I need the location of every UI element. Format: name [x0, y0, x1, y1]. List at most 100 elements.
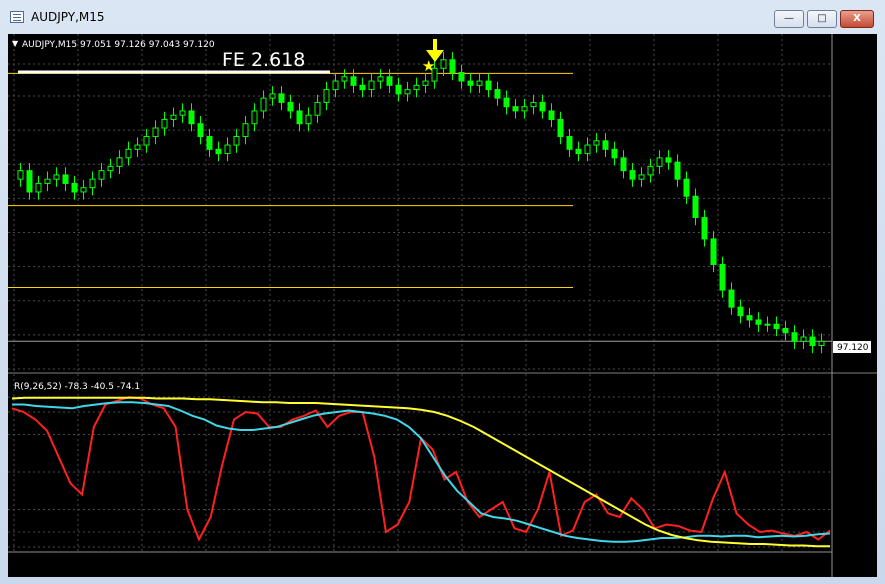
candle-body-bear: [278, 93, 285, 103]
current-price-label: 97.120: [837, 343, 869, 353]
candle-body-bear: [755, 319, 762, 325]
candle-body-bull: [143, 136, 150, 146]
candle-body-bear: [197, 123, 204, 138]
chart-canvas[interactable]: ▼ AUDJPY,M15 97.051 97.126 97.043 97.120…: [8, 34, 877, 577]
candle-body-bull: [80, 187, 87, 193]
price-grid: [8, 34, 832, 552]
candle-body-bull: [233, 136, 240, 146]
candle-body-bear: [728, 289, 735, 308]
candle-body-bull: [377, 76, 384, 82]
candle-body-bull: [116, 157, 123, 167]
candle-body-bull: [440, 59, 447, 69]
candle-body-bear: [206, 136, 213, 150]
candle-body-bull: [647, 165, 654, 176]
candle-body-bear: [773, 323, 780, 329]
candle-body-bull: [476, 80, 483, 86]
candle-body-bear: [467, 80, 474, 86]
candle-body-bear: [494, 89, 501, 99]
candle-body-bull: [107, 165, 114, 172]
candle-body-bull: [314, 101, 321, 116]
candle-body-bear: [215, 148, 222, 155]
title-bar[interactable]: AUDJPY,M15 — □ X: [0, 0, 885, 34]
candle-body-bear: [503, 97, 510, 108]
candle-body-bull: [98, 170, 105, 180]
candle-body-bull: [764, 323, 771, 326]
candle-body-bull: [368, 80, 375, 91]
candle-body-bear: [620, 157, 627, 172]
candle-body-bear: [683, 178, 690, 197]
candle-body-bear: [71, 182, 78, 193]
candle-body-bull: [638, 174, 645, 180]
indicator-grid: [8, 396, 832, 548]
candle-body-bear: [449, 59, 456, 74]
candle-body-bull: [269, 93, 276, 99]
candle-body-bull: [422, 80, 429, 86]
candle-body-bear: [512, 106, 519, 112]
candles: [17, 52, 825, 354]
candle-body-bull: [251, 110, 258, 125]
candle-body-bear: [395, 84, 402, 95]
candle-body-bull: [800, 336, 807, 342]
candle-body-bull: [179, 110, 186, 116]
candle-body-bull: [584, 144, 591, 155]
candle-body-bear: [629, 170, 636, 180]
candle-body-bull: [125, 148, 132, 159]
candle-body-bear: [674, 161, 681, 180]
candle-body-bull: [242, 123, 249, 138]
candle-body-bull: [530, 101, 537, 108]
candle-body-bear: [782, 327, 789, 334]
candle-body-bear: [701, 217, 708, 240]
candle-body-bull: [413, 84, 420, 91]
candle-body-bear: [485, 80, 492, 91]
candle-body-bear: [566, 136, 573, 150]
candle-body-bear: [791, 332, 798, 342]
candle-body-bull: [332, 80, 339, 91]
candle-body-bear: [719, 263, 726, 291]
candle-body-bear: [386, 76, 393, 86]
candle-body-bear: [602, 140, 609, 150]
indicator-header: R(9,26,52) -78.3 -40.5 -74.1: [14, 382, 140, 392]
symbol-menu-icon[interactable]: ▼: [12, 39, 19, 48]
candle-body-bear: [737, 306, 744, 317]
candle-body-bull: [305, 114, 312, 125]
candle-body-bear: [557, 118, 564, 138]
window-title: AUDJPY,M15: [31, 10, 105, 24]
candle-body-bear: [188, 110, 195, 125]
candle-body-bear: [665, 157, 672, 163]
candle-body-bull: [161, 118, 168, 129]
candle-body-bear: [575, 148, 582, 155]
chart-window-icon: [10, 11, 24, 23]
candle-body-bear: [26, 170, 33, 193]
candle-body-bull: [323, 89, 330, 103]
candle-body-bear: [458, 72, 465, 82]
candle-body-bear: [746, 315, 753, 321]
candle-body-bull: [53, 174, 60, 180]
candle-body-bull: [152, 127, 159, 138]
candle-body-bear: [710, 238, 717, 265]
candle-body-bear: [539, 101, 546, 112]
candle-body-bull: [170, 114, 177, 120]
candle-body-bull: [341, 76, 348, 82]
close-button[interactable]: X: [840, 10, 874, 28]
candle-body-bear: [287, 101, 294, 112]
maximize-button[interactable]: □: [807, 10, 837, 28]
candle-body-bull: [404, 89, 411, 95]
candle-body-bear: [611, 148, 618, 159]
candle-body-bear: [359, 84, 366, 91]
candle-body-bull: [260, 97, 267, 112]
candle-body-bull: [89, 178, 96, 189]
indicator-series-line: [11, 395, 831, 542]
star-icon: ★: [422, 57, 435, 75]
candle-body-bear: [62, 174, 69, 184]
candle-body-bull: [224, 144, 231, 155]
candle-body-bull: [521, 106, 528, 112]
candle-body-bear: [350, 76, 357, 86]
candle-body-bull: [593, 140, 600, 146]
minimize-button[interactable]: —: [774, 10, 804, 28]
candle-body-bear: [296, 110, 303, 125]
candle-body-bull: [818, 340, 825, 347]
chart-area[interactable]: ▼ AUDJPY,M15 97.051 97.126 97.043 97.120…: [8, 34, 877, 577]
terminal-window: AUDJPY,M15 — □ X ▼ AUDJPY,M15 97.051 97.…: [0, 0, 885, 584]
chart-header: AUDJPY,M15 97.051 97.126 97.043 97.120: [22, 40, 215, 50]
candle-body-bull: [17, 170, 24, 180]
